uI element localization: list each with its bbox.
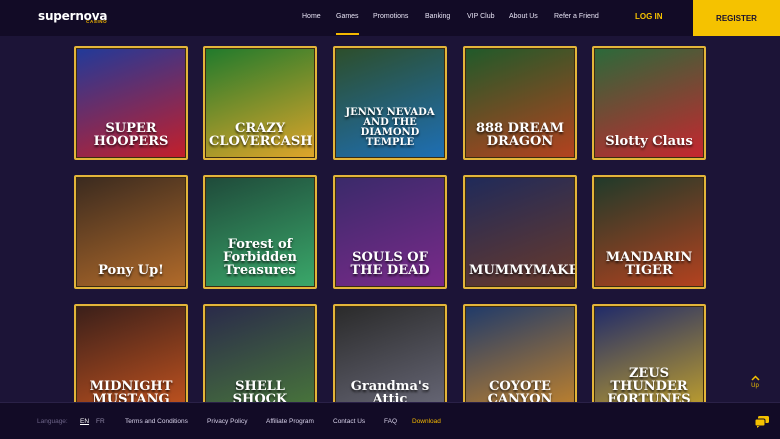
game-title: SUPER HOOPERS xyxy=(93,121,169,149)
game-tile[interactable]: SHELL SHOCK xyxy=(203,304,317,418)
nav-vip-club[interactable]: VIP Club xyxy=(467,13,495,20)
nav-games[interactable]: Games xyxy=(336,13,359,35)
language-en[interactable]: EN xyxy=(80,418,89,425)
game-title: JENNY NEVADA AND THE DIAMOND TEMPLE xyxy=(345,107,435,148)
game-tile[interactable]: MUMMYMAKER xyxy=(463,175,577,289)
game-tile[interactable]: MANDARIN TIGER xyxy=(592,175,706,289)
game-tile[interactable]: SUPER HOOPERS xyxy=(74,46,188,160)
game-tile[interactable]: Slotty Claus xyxy=(592,46,706,160)
game-title: 888 DREAM DRAGON xyxy=(475,121,565,149)
chevron-up-icon xyxy=(745,374,765,383)
scroll-up-button[interactable]: Up xyxy=(745,374,765,394)
main-nav: Home Games Promotions Banking VIP Club A… xyxy=(0,0,780,36)
game-tile[interactable]: CRAZY CLOVERCASH xyxy=(203,46,317,160)
game-title: CRAZY CLOVERCASH xyxy=(209,121,313,149)
footer-download-link[interactable]: Download xyxy=(412,418,441,425)
game-tile[interactable]: 888 DREAM DRAGON xyxy=(463,46,577,160)
game-title: MUMMYMAKER xyxy=(469,263,575,278)
game-tile[interactable]: ZEUS THUNDER FORTUNES xyxy=(592,304,706,418)
language-label: Language: xyxy=(37,418,68,425)
login-button[interactable]: LOG IN xyxy=(635,12,663,21)
nav-banking[interactable]: Banking xyxy=(425,13,450,20)
footer-privacy-link[interactable]: Privacy Policy xyxy=(207,418,247,425)
nav-about-us[interactable]: About Us xyxy=(509,13,538,20)
game-tile[interactable]: Pony Up! xyxy=(74,175,188,289)
game-tile[interactable]: Forest of Forbidden Treasures xyxy=(203,175,317,289)
register-button[interactable]: REGISTER xyxy=(693,0,780,36)
scroll-up-label: Up xyxy=(751,383,759,389)
game-tile[interactable]: MIDNIGHT MUSTANG xyxy=(74,304,188,418)
nav-refer-a-friend[interactable]: Refer a Friend xyxy=(554,13,599,20)
game-title: Pony Up! xyxy=(98,263,164,278)
game-tile[interactable]: JENNY NEVADA AND THE DIAMOND TEMPLE xyxy=(333,46,447,160)
game-tile[interactable]: Grandma's Attic xyxy=(333,304,447,418)
top-header: supernova CASINO Home Games Promotions B… xyxy=(0,0,780,36)
game-tile[interactable]: SOULS OF THE DEAD xyxy=(333,175,447,289)
footer-affiliate-link[interactable]: Affiliate Program xyxy=(266,418,314,425)
footer-bar: Language: EN FR Terms and Conditions Pri… xyxy=(0,402,780,439)
game-title: Slotty Claus xyxy=(605,134,693,149)
language-fr[interactable]: FR xyxy=(96,418,105,425)
footer-contact-link[interactable]: Contact Us xyxy=(333,418,365,425)
game-title: MANDARIN TIGER xyxy=(605,250,693,278)
game-title: SOULS OF THE DEAD xyxy=(350,250,430,278)
game-title: Forest of Forbidden Treasures xyxy=(223,237,297,278)
game-grid: SUPER HOOPERS CRAZY CLOVERCASH JENNY NEV… xyxy=(0,36,780,439)
chat-icon[interactable] xyxy=(754,415,770,428)
game-tile[interactable]: COYOTE CANYON xyxy=(463,304,577,418)
footer-terms-link[interactable]: Terms and Conditions xyxy=(125,418,188,425)
nav-home[interactable]: Home xyxy=(302,13,321,20)
footer-faq-link[interactable]: FAQ xyxy=(384,418,397,425)
nav-promotions[interactable]: Promotions xyxy=(373,13,408,20)
